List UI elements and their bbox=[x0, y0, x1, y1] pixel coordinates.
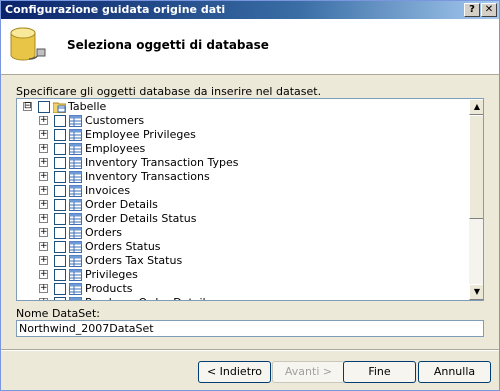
table-checkbox[interactable] bbox=[54, 213, 66, 225]
folder-table-icon bbox=[53, 102, 66, 113]
table-label: Employee Privileges bbox=[85, 128, 196, 141]
table-label: Orders Tax Status bbox=[85, 254, 183, 267]
table-checkbox[interactable] bbox=[54, 269, 66, 281]
table-checkbox[interactable] bbox=[54, 143, 66, 155]
expand-icon[interactable]: + bbox=[39, 256, 48, 265]
table-label: Orders bbox=[85, 226, 122, 239]
table-label: Privileges bbox=[85, 268, 138, 281]
expand-icon[interactable]: + bbox=[39, 242, 48, 251]
dialog-window: Configurazione guidata origine dati ? ✕ … bbox=[0, 0, 500, 391]
expand-icon[interactable]: + bbox=[39, 172, 48, 181]
close-button[interactable]: ✕ bbox=[481, 3, 497, 17]
expand-icon[interactable]: + bbox=[39, 298, 48, 300]
table-label: Purchase Order Details bbox=[85, 296, 211, 300]
tree-content: ⊟ Tabelle + Customers + Employee Privileges… bbox=[17, 99, 469, 300]
expand-icon[interactable]: + bbox=[39, 214, 48, 223]
table-checkbox[interactable] bbox=[54, 227, 66, 239]
help-button[interactable]: ? bbox=[464, 3, 480, 17]
table-checkbox[interactable] bbox=[54, 171, 66, 183]
table-label: Orders Status bbox=[85, 240, 161, 253]
expand-icon[interactable]: + bbox=[39, 200, 48, 209]
table-label: Customers bbox=[85, 114, 145, 127]
table-icon bbox=[69, 213, 82, 225]
vertical-scrollbar[interactable]: ▲ ▼ bbox=[469, 99, 483, 300]
next-button[interactable]: Avanti > bbox=[272, 361, 345, 383]
table-checkbox[interactable] bbox=[54, 199, 66, 211]
table-icon bbox=[69, 255, 82, 267]
scroll-down-button[interactable]: ▼ bbox=[469, 284, 483, 300]
table-icon bbox=[69, 199, 82, 211]
table-label: Order Details bbox=[85, 198, 158, 211]
table-checkbox[interactable] bbox=[54, 157, 66, 169]
table-label: Employees bbox=[85, 142, 146, 155]
expand-icon[interactable]: + bbox=[39, 284, 48, 293]
table-icon bbox=[69, 171, 82, 183]
database-objects-tree[interactable]: ⊟ Tabelle + Customers + Employee Privileges… bbox=[16, 98, 484, 301]
table-label: Products bbox=[85, 282, 133, 295]
instruction-text: Specificare gli oggetti database da inse… bbox=[16, 85, 322, 98]
expand-icon[interactable]: + bbox=[39, 116, 48, 125]
table-checkbox[interactable] bbox=[54, 129, 66, 141]
table-icon bbox=[69, 157, 82, 169]
root-checkbox[interactable] bbox=[38, 101, 50, 113]
table-icon bbox=[69, 115, 82, 127]
expand-icon[interactable]: + bbox=[39, 270, 48, 279]
collapse-icon[interactable]: ⊟ bbox=[23, 102, 32, 111]
table-icon bbox=[69, 227, 82, 239]
table-label: Inventory Transactions bbox=[85, 170, 210, 183]
finish-button[interactable]: Fine bbox=[343, 361, 416, 383]
expand-icon[interactable]: + bbox=[39, 158, 48, 167]
expand-icon[interactable]: + bbox=[39, 144, 48, 153]
window-title: Configurazione guidata origine dati bbox=[5, 3, 226, 16]
table-label: Inventory Transaction Types bbox=[85, 156, 239, 169]
back-button[interactable]: < Indietro bbox=[198, 361, 271, 383]
table-icon bbox=[69, 269, 82, 281]
cancel-button[interactable]: Annulla bbox=[418, 361, 491, 383]
table-icon bbox=[69, 143, 82, 155]
database-icon bbox=[10, 27, 46, 61]
table-icon bbox=[69, 283, 82, 295]
expand-icon[interactable]: + bbox=[39, 130, 48, 139]
dataset-name-label: Nome DataSet: bbox=[16, 307, 100, 320]
page-title: Seleziona oggetti di database bbox=[67, 38, 269, 52]
footer-separator bbox=[1, 349, 499, 351]
table-checkbox[interactable] bbox=[54, 185, 66, 197]
dataset-name-input[interactable] bbox=[16, 320, 484, 337]
table-checkbox[interactable] bbox=[54, 241, 66, 253]
scroll-up-button[interactable]: ▲ bbox=[469, 99, 483, 115]
table-checkbox[interactable] bbox=[54, 283, 66, 295]
expand-icon[interactable]: + bbox=[39, 186, 48, 195]
table-checkbox[interactable] bbox=[54, 255, 66, 267]
table-label: Invoices bbox=[85, 184, 131, 197]
table-checkbox[interactable] bbox=[54, 297, 66, 300]
tree-root-label: Tabelle bbox=[68, 100, 107, 113]
scroll-thumb[interactable] bbox=[469, 115, 483, 219]
table-icon bbox=[69, 241, 82, 253]
table-icon bbox=[69, 185, 82, 197]
expand-icon[interactable]: + bbox=[39, 228, 48, 237]
table-label: Order Details Status bbox=[85, 212, 197, 225]
wizard-header: Seleziona oggetti di database bbox=[1, 19, 499, 75]
title-bar: Configurazione guidata origine dati ? ✕ bbox=[1, 1, 499, 19]
table-checkbox[interactable] bbox=[54, 115, 66, 127]
table-icon bbox=[69, 297, 82, 300]
table-icon bbox=[69, 129, 82, 141]
